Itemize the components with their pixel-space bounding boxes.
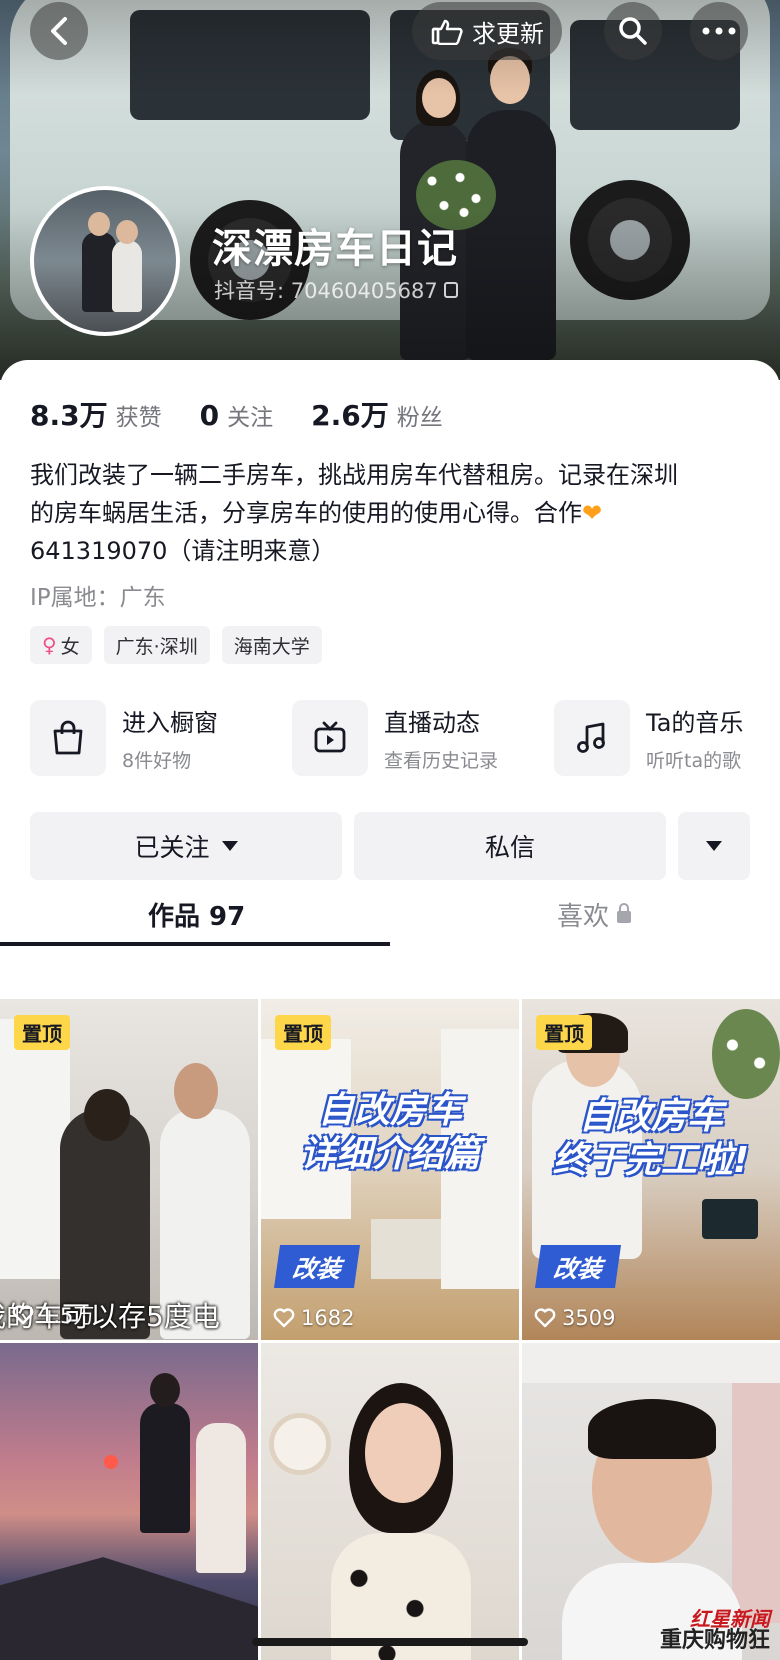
followed-button[interactable]: 已关注 [30, 812, 342, 880]
bio-line-2: 的房车蜗居生活，分享房车的使用的使用心得。合作❤ [30, 494, 750, 532]
like-count-text: 3509 [562, 1306, 616, 1330]
video-grid: 置顶 我的车可以存5度电 1.5万 置顶 自改房车 详细介绍篇 改装 1682 … [0, 999, 780, 1660]
video-thumbnail[interactable]: 置顶 自改房车 详细介绍篇 改装 1682 [261, 999, 519, 1340]
video-thumbnail[interactable] [261, 1343, 519, 1660]
copy-icon[interactable] [443, 282, 458, 298]
expand-recommend-button[interactable] [678, 812, 750, 880]
following-stat[interactable]: 0 关注 [200, 398, 273, 432]
watermark: 红星新闻 重庆购物狂 go.cqmmgo.com [660, 1608, 770, 1660]
action-buttons: 已关注 私信 [30, 812, 750, 880]
shop-window-entry[interactable]: 进入橱窗 8件好物 [30, 700, 218, 776]
message-label: 私信 [484, 833, 535, 862]
location-tag[interactable]: 广东·深圳 [103, 626, 210, 664]
profile-tags: ♀ 女 广东·深圳 海南大学 [30, 626, 322, 664]
back-button[interactable] [30, 2, 88, 60]
like-count-text: 1.5万 [40, 1304, 95, 1328]
tab-likes-label: 喜欢 [557, 901, 610, 932]
video-like-count: 1.5万 [12, 1300, 94, 1330]
heart-outline-icon [12, 1305, 34, 1325]
music-entry[interactable]: Ta的音乐 听听ta的歌 [554, 700, 743, 776]
heart-outline-icon [534, 1308, 556, 1328]
caret-down-icon [221, 841, 238, 851]
video-like-count: 3509 [534, 1306, 615, 1330]
music-title: Ta的音乐 [646, 709, 744, 737]
music-subtitle: 听听ta的歌 [646, 750, 742, 772]
shop-window-subtitle: 8件好物 [122, 750, 192, 772]
following-count: 0 [199, 399, 220, 432]
pinned-badge: 置顶 [536, 1015, 592, 1050]
video-cover-title: 自改房车 详细介绍篇 [261, 1089, 519, 1177]
profile-avatar[interactable] [30, 186, 180, 336]
pinned-badge: 置顶 [14, 1015, 70, 1050]
bio-line-1: 我们改装了一辆二手房车，挑战用房车代替租房。记录在深圳 [30, 461, 678, 489]
gender-tag: ♀ 女 [30, 626, 92, 664]
heart-outline-icon [273, 1308, 295, 1328]
cover-title-line-2: 终于完工啦! [552, 1140, 750, 1181]
female-icon: ♀ [42, 633, 57, 657]
live-activity-title: 直播动态 [384, 709, 480, 737]
cover-title-line-2: 详细介绍篇 [299, 1134, 480, 1175]
gender-tag-label: 女 [60, 635, 80, 658]
following-label: 关注 [227, 405, 274, 431]
live-activity-subtitle: 查看历史记录 [384, 750, 499, 772]
pinned-badge: 置顶 [275, 1015, 331, 1050]
active-tab-indicator [0, 942, 390, 946]
watermark-brand: 红星新闻 [690, 1607, 771, 1631]
shop-window-title: 进入橱窗 [122, 709, 218, 737]
feature-entries: 进入橱窗 8件好物 直播动态 查看历史记录 Ta的音乐 听听ta的歌 [30, 700, 780, 780]
orange-heart-icon: ❤ [582, 499, 603, 527]
video-thumbnail[interactable]: 置顶 自改房车 终于完工啦! 改装 3509 [522, 999, 780, 1340]
caret-down-icon [706, 841, 722, 851]
ip-location: IP属地：广东 [30, 585, 166, 611]
more-options-button[interactable] [690, 2, 748, 60]
back-arrow-icon [51, 17, 67, 45]
cover-title-line-1: 自改房车 [578, 1096, 723, 1137]
profile-name: 深漂房车日记 [212, 226, 458, 272]
more-dots-icon [702, 27, 736, 35]
likes-stat[interactable]: 8.3万 获赞 [30, 394, 162, 434]
request-update-label: 求更新 [472, 19, 544, 48]
message-button[interactable]: 私信 [354, 812, 666, 880]
school-tag[interactable]: 海南大学 [221, 626, 322, 664]
stats-row: 8.3万 获赞 0 关注 2.6万 粉丝 [30, 394, 481, 434]
like-count-text: 1682 [301, 1306, 355, 1330]
search-button[interactable] [604, 2, 662, 60]
followers-count: 2.6万 [311, 399, 389, 432]
request-update-button[interactable]: 求更新 [412, 2, 562, 60]
likes-count: 8.3万 [30, 399, 108, 432]
bio-line-2-text: 的房车蜗居生活，分享房车的使用的使用心得。合作 [30, 499, 582, 527]
live-activity-entry[interactable]: 直播动态 查看历史记录 [292, 700, 498, 776]
douyin-id-text: 抖音号: 70460405687 [214, 279, 438, 303]
music-note-icon [554, 700, 630, 776]
search-icon [619, 17, 647, 45]
followed-label: 已关注 [134, 833, 210, 862]
followers-stat[interactable]: 2.6万 粉丝 [311, 394, 443, 434]
home-indicator[interactable] [252, 1638, 528, 1646]
lock-icon [617, 903, 632, 923]
modification-badge: 改装 [273, 1245, 361, 1288]
followers-label: 粉丝 [396, 405, 443, 431]
video-thumbnail[interactable] [0, 1343, 258, 1660]
video-like-count: 1682 [273, 1306, 354, 1330]
cover-title-line-1: 自改房车 [317, 1090, 462, 1131]
video-cover-title: 自改房车 终于完工啦! [522, 1095, 780, 1183]
douyin-id[interactable]: 抖音号: 70460405687 [214, 275, 458, 305]
tab-likes[interactable]: 喜欢 [557, 884, 632, 944]
shopping-bag-icon [30, 700, 106, 776]
watermark-site-url: go.cqmmgo.com [660, 1652, 770, 1660]
tv-play-icon [292, 700, 368, 776]
content-tabs: 作品 97 喜欢 [0, 884, 780, 946]
watermark-site-name: 重庆购物狂 [660, 1628, 771, 1653]
video-thumbnail[interactable]: 置顶 我的车可以存5度电 1.5万 [0, 999, 258, 1340]
thumb-point-icon [431, 19, 463, 45]
bio-line-3: 641319070（请注明来意） [30, 537, 336, 565]
likes-label: 获赞 [115, 405, 162, 431]
profile-bio: 我们改装了一辆二手房车，挑战用房车代替租房。记录在深圳 的房车蜗居生活，分享房车… [30, 456, 750, 570]
modification-badge: 改装 [534, 1245, 622, 1288]
tab-works[interactable]: 作品 97 [148, 884, 245, 944]
